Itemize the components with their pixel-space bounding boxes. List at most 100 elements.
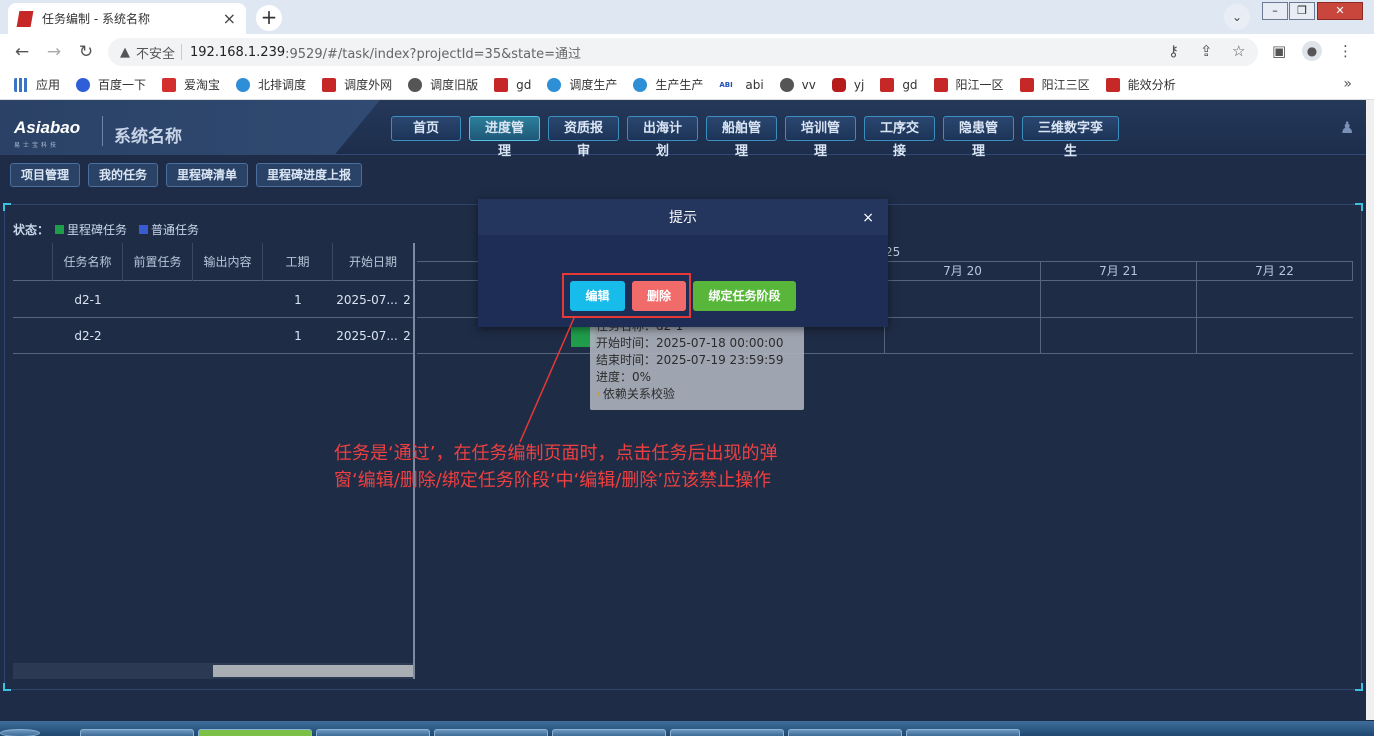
bookmark-production[interactable]: 生产生产 — [633, 76, 703, 93]
col-output[interactable]: 输出内容 — [193, 243, 263, 281]
more-menu-icon[interactable]: ⋮ — [1338, 42, 1353, 60]
bookmark-dispatch-old[interactable]: 调度旧版 — [408, 76, 478, 93]
url-host: 192.168.1.239 — [190, 44, 286, 60]
bookmark-energy-analysis[interactable]: 能效分析 — [1105, 76, 1176, 93]
site-icon — [494, 77, 509, 92]
nav-training[interactable]: 培训管理 — [785, 116, 856, 159]
bookmark-star-icon[interactable]: ☆ — [1232, 42, 1245, 60]
url-path: :9529/#/task/index?projectId=35&state=通过 — [285, 46, 582, 62]
taskbar-item[interactable] — [316, 729, 430, 736]
address-bar[interactable]: ▲ 不安全 192.168.1.239:9529/#/task/index?pr… — [108, 38, 1258, 66]
window-maximize-button[interactable]: ❐ — [1289, 2, 1315, 20]
site-icon — [236, 77, 251, 92]
nav-ship[interactable]: 船舶管理 — [706, 116, 777, 159]
nav-handover[interactable]: 工序交接 — [864, 116, 935, 159]
duration-cell: 1 — [294, 329, 302, 343]
warning-icon: ▲ — [120, 44, 130, 60]
page-vertical-scrollbar[interactable] — [1366, 100, 1374, 720]
table-row[interactable]: d2-2 1 2025-07... 2 — [13, 318, 413, 354]
bookmark-gd-2[interactable]: gd — [880, 77, 918, 92]
subnav-milestone-list[interactable]: 里程碑清单 — [166, 163, 249, 187]
nav-qualification[interactable]: 资质报审 — [548, 116, 619, 159]
bookmark-beipai[interactable]: 北排调度 — [236, 76, 306, 93]
back-arrow-icon[interactable]: ← — [10, 40, 34, 64]
bookmark-abi[interactable]: ABI abi — [719, 77, 764, 92]
dialog-close-icon[interactable]: × — [862, 199, 874, 237]
nav-progress[interactable]: 进度管理 — [469, 116, 540, 159]
site-icon — [831, 77, 846, 92]
nav-sea-plan[interactable]: 出海计划 — [627, 116, 698, 159]
insecure-label: 不安全 — [136, 46, 176, 62]
tooltip-start-time: 开始时间：2025-07-18 00:00:00 — [596, 336, 784, 350]
browser-tab[interactable]: 任务编制 - 系统名称 × — [8, 3, 246, 34]
annotation-line-2: 窗‘编辑/删除/绑定任务阶段’中‘编辑/删除’应该禁止操作 — [334, 470, 772, 491]
subnav-milestone-report[interactable]: 里程碑进度上报 — [256, 163, 363, 187]
side-panel-icon[interactable]: ▣ — [1272, 42, 1286, 60]
bookmark-dispatch-production[interactable]: 调度生产 — [547, 76, 617, 93]
globe-icon — [408, 77, 423, 92]
bookmark-yj[interactable]: yj — [831, 77, 864, 92]
task-grid-header: 任务名称 前置任务 输出内容 工期 开始日期 — [13, 243, 413, 281]
taskbar-item[interactable] — [670, 729, 784, 736]
subnav-my-tasks[interactable]: 我的任务 — [88, 163, 159, 187]
annotation-highlight-box — [562, 273, 691, 318]
tooltip-end-time: 结束时间：2025-07-19 23:59:59 — [596, 353, 784, 367]
bind-task-stage-button[interactable]: 绑定任务阶段 — [693, 281, 796, 311]
forward-arrow-icon[interactable]: → — [42, 40, 66, 64]
status-legend: 状态： 里程碑任务 普通任务 — [13, 221, 199, 238]
bookmark-apps[interactable]: 应用 — [14, 76, 60, 93]
bookmark-gd[interactable]: gd — [494, 77, 531, 92]
legend-normal: 普通任务 — [151, 223, 200, 237]
nav-home[interactable]: 首页 — [391, 116, 461, 141]
reload-icon[interactable]: ↻ — [74, 40, 98, 64]
start-button[interactable] — [0, 729, 40, 736]
user-icon[interactable]: ♟ — [1340, 118, 1360, 138]
taskbar-item[interactable] — [434, 729, 548, 736]
predecessor-cell — [123, 282, 193, 318]
tab-search-chevron-icon[interactable]: ⌄ — [1224, 4, 1250, 30]
col-start-date[interactable]: 开始日期 — [333, 243, 413, 281]
col-predecessor[interactable]: 前置任务 — [123, 243, 193, 281]
taskbar-item[interactable] — [552, 729, 666, 736]
col-duration[interactable]: 工期 — [263, 243, 333, 281]
grid-horizontal-scrollbar[interactable] — [13, 663, 413, 679]
taskbar-item[interactable] — [80, 729, 194, 736]
col-task-name[interactable]: 任务名称 — [53, 243, 123, 281]
key-icon[interactable]: ⚷ — [1168, 42, 1179, 60]
bookmark-yangjiang-1[interactable]: 阳江一区 — [933, 76, 1004, 93]
end-date-cell: 2 — [403, 293, 411, 307]
start-date-cell: 2025-07... — [336, 293, 398, 307]
bookmark-aitaobao[interactable]: 爱淘宝 — [162, 76, 220, 93]
bookmarks-overflow-icon[interactable]: » — [1343, 76, 1352, 92]
profile-avatar-icon[interactable]: ● — [1302, 41, 1322, 61]
site-favicon-icon — [16, 10, 34, 27]
bookmark-vv[interactable]: vv — [779, 77, 816, 92]
scrollbar-thumb[interactable] — [213, 665, 413, 677]
window-minimize-button[interactable]: – — [1262, 2, 1288, 20]
subnav-project-management[interactable]: 项目管理 — [10, 163, 81, 187]
taskbar-item[interactable] — [788, 729, 902, 736]
nav-digital-twin[interactable]: 三维数字孪生 — [1022, 116, 1119, 159]
app-root: Asiabao 易士宝科技 系统名称 首页 进度管理 资质报审 出海计划 船舶管… — [0, 100, 1366, 736]
close-tab-icon[interactable]: × — [223, 9, 236, 28]
tooltip-dependency-check[interactable]: 依赖关系校验 — [603, 387, 675, 401]
browser-tab-title: 任务编制 - 系统名称 — [42, 12, 150, 26]
site-icon — [322, 77, 337, 92]
share-icon[interactable]: ⇪ — [1200, 42, 1213, 60]
bookmark-baidu[interactable]: 百度一下 — [76, 76, 146, 93]
bookmark-dispatch-external[interactable]: 调度外网 — [322, 76, 392, 93]
new-tab-button[interactable]: + — [256, 5, 282, 31]
table-row[interactable]: d2-1 1 2025-07... 2 — [13, 282, 413, 318]
bookmark-yangjiang-3[interactable]: 阳江三区 — [1019, 76, 1090, 93]
task-tooltip: 任务名称：d2-1 开始时间：2025-07-18 00:00:00 结束时间：… — [590, 314, 804, 410]
start-date-cell: 2025-07... — [336, 329, 398, 343]
browser-tab-bar: 任务编制 - 系统名称 × + ⌄ – ❐ ✕ — [0, 0, 1374, 34]
taskbar-item[interactable] — [906, 729, 1020, 736]
legend-milestone: 里程碑任务 — [67, 223, 128, 237]
taskbar-item[interactable] — [198, 729, 312, 736]
window-close-button[interactable]: ✕ — [1317, 2, 1363, 20]
os-taskbar — [0, 721, 1374, 736]
legend-label: 状态： — [13, 223, 50, 237]
nav-hazard[interactable]: 隐患管理 — [943, 116, 1014, 159]
legend-swatch-milestone — [55, 225, 65, 234]
